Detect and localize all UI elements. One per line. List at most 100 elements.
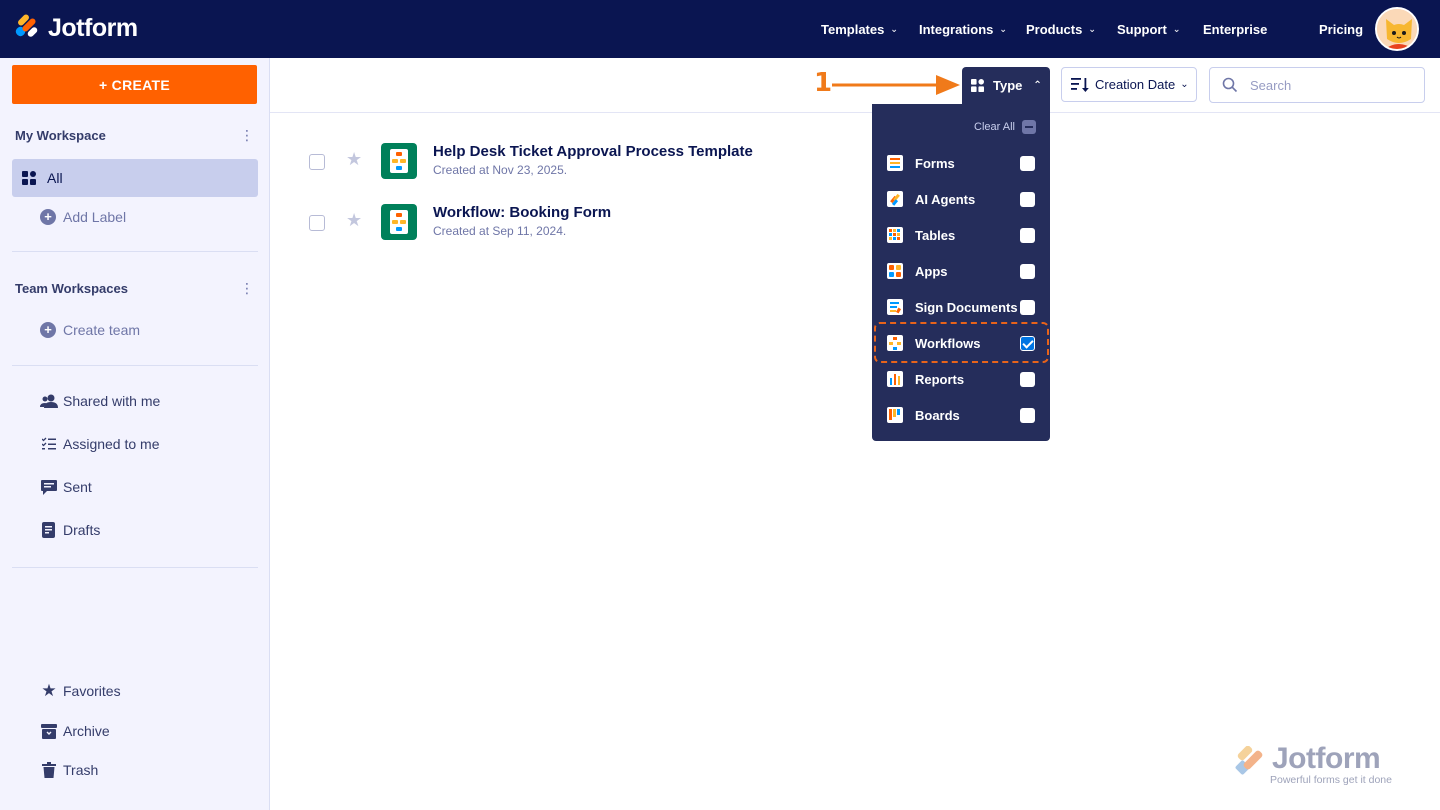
- nav-label: Templates: [821, 21, 885, 37]
- item-title[interactable]: Workflow: Booking Form: [433, 204, 611, 221]
- star-icon[interactable]: ★: [346, 210, 362, 231]
- add-label-button[interactable]: + Add Label: [40, 209, 126, 225]
- workflow-icon: [381, 143, 417, 179]
- search-input[interactable]: [1250, 77, 1410, 93]
- sidebar-divider: [12, 567, 258, 568]
- sidebar-item-shared-with-me[interactable]: Shared with me: [12, 382, 258, 420]
- nav-support[interactable]: Support ⌄: [1117, 0, 1180, 58]
- trash-icon: [40, 761, 58, 779]
- archive-icon: [40, 722, 58, 740]
- annotation-arrow-icon: [832, 75, 960, 95]
- plus-circle-icon: +: [40, 322, 56, 338]
- tables-icon: [887, 227, 903, 243]
- type-option-label: Apps: [915, 263, 948, 279]
- sort-button[interactable]: Creation Date ⌄: [1061, 67, 1197, 102]
- type-option-label: Sign Documents: [915, 299, 1018, 315]
- search-box: [1209, 67, 1425, 103]
- item-created-date: Created at Nov 23, 2025.: [433, 163, 568, 177]
- top-navigation-bar: Jotform Templates ⌄ Integrations ⌄ Product…: [0, 0, 1440, 58]
- boards-icon: [887, 407, 903, 423]
- my-workspace-more-icon[interactable]: ⋮: [240, 128, 254, 142]
- type-option-checkbox[interactable]: [1020, 227, 1035, 243]
- nav-label: Integrations: [919, 21, 994, 37]
- plus-circle-icon: +: [40, 209, 56, 225]
- sidebar-item-sent[interactable]: Sent: [12, 468, 258, 506]
- chevron-down-icon: ⌄: [999, 23, 1007, 34]
- type-option-checkbox[interactable]: [1020, 407, 1035, 423]
- item-created-date: Created at Sep 11, 2024.: [433, 224, 567, 238]
- sidebar-item-label: Trash: [63, 762, 99, 778]
- add-label-text: Add Label: [63, 209, 127, 225]
- sidebar-item-all[interactable]: All: [12, 159, 258, 197]
- type-option-boards[interactable]: Boards: [872, 397, 1050, 433]
- cat-avatar-icon: [1377, 9, 1417, 49]
- nav-integrations[interactable]: Integrations ⌄: [919, 0, 1007, 58]
- workflow-icon: [381, 204, 417, 240]
- sidebar-item-label: Favorites: [63, 683, 121, 699]
- type-option-checkbox[interactable]: [1020, 155, 1035, 171]
- type-filter-button[interactable]: Type ⌃: [962, 67, 1050, 104]
- chevron-up-icon: ⌃: [1033, 80, 1042, 91]
- nav-products[interactable]: Products ⌄: [1026, 0, 1096, 58]
- star-icon[interactable]: ★: [346, 149, 362, 170]
- jotform-watermark: Jotform Powerful forms get it done: [1234, 742, 1414, 790]
- sidebar-divider: [12, 365, 258, 366]
- nav-label: Enterprise: [1203, 21, 1268, 37]
- sidebar-item-label: Shared with me: [63, 393, 161, 409]
- sidebar: + CREATE My Workspace ⋮ All + Add Label …: [0, 58, 270, 810]
- create-team-button[interactable]: + Create team: [40, 322, 140, 338]
- type-option-checkbox[interactable]: [1020, 299, 1035, 315]
- sort-label: Creation Date: [1095, 77, 1176, 92]
- type-option-label: Boards: [915, 407, 960, 423]
- type-option-checkbox[interactable]: [1020, 371, 1035, 387]
- team-workspaces-more-icon[interactable]: ⋮: [240, 281, 254, 295]
- forms-icon: [887, 155, 903, 171]
- type-option-apps[interactable]: Apps: [872, 253, 1050, 289]
- sidebar-item-drafts[interactable]: Drafts: [12, 511, 258, 549]
- sidebar-item-favorites[interactable]: ★ Favorites: [12, 672, 258, 710]
- sidebar-item-assigned-to-me[interactable]: Assigned to me: [12, 425, 258, 463]
- type-option-reports[interactable]: Reports: [872, 361, 1050, 397]
- reports-icon: [887, 371, 903, 387]
- item-checkbox[interactable]: [309, 215, 325, 231]
- draft-document-icon: [40, 521, 58, 539]
- sort-descending-icon: [1071, 77, 1089, 93]
- type-option-label: AI Agents: [915, 191, 976, 207]
- search-icon: [1222, 77, 1238, 93]
- grid-icon: [20, 169, 38, 187]
- nav-enterprise[interactable]: Enterprise: [1203, 0, 1267, 58]
- apps-icon: [887, 263, 903, 279]
- grid-icon: [971, 79, 984, 92]
- nav-label: Products: [1026, 21, 1083, 37]
- watermark-brand: Jotform: [1272, 742, 1381, 775]
- clear-all-button[interactable]: Clear All: [974, 120, 1036, 134]
- sidebar-item-label: Sent: [63, 479, 92, 495]
- sidebar-item-archive[interactable]: Archive: [12, 712, 258, 750]
- sidebar-item-trash[interactable]: Trash: [12, 751, 258, 789]
- message-icon: [40, 478, 58, 496]
- item-title[interactable]: Help Desk Ticket Approval Process Templa…: [433, 143, 753, 160]
- star-icon: ★: [41, 681, 57, 700]
- user-avatar[interactable]: [1375, 7, 1419, 51]
- type-option-forms[interactable]: Forms: [872, 145, 1050, 181]
- type-option-checkbox[interactable]: [1020, 191, 1035, 207]
- item-checkbox[interactable]: [309, 154, 325, 170]
- jotform-watermark-logo-icon: [1235, 746, 1263, 775]
- list-item[interactable]: ★ Workflow: Booking Form Created at Sep …: [300, 204, 900, 254]
- type-option-sign-documents[interactable]: Sign Documents: [872, 289, 1050, 325]
- type-option-checkbox[interactable]: [1020, 263, 1035, 279]
- users-icon: [40, 392, 58, 410]
- chevron-down-icon: ⌄: [890, 23, 898, 34]
- clear-all-label: Clear All: [974, 121, 1015, 133]
- type-option-ai-agents[interactable]: AI Agents: [872, 181, 1050, 217]
- create-button[interactable]: + CREATE: [12, 65, 257, 104]
- sidebar-item-label: Assigned to me: [63, 436, 160, 452]
- type-option-tables[interactable]: Tables: [872, 217, 1050, 253]
- nav-templates[interactable]: Templates ⌄: [821, 0, 898, 58]
- jotform-logo[interactable]: Jotform: [14, 12, 138, 44]
- chevron-down-icon: ⌄: [1088, 23, 1096, 34]
- checklist-icon: [40, 435, 58, 453]
- list-item[interactable]: ★ Help Desk Ticket Approval Process Temp…: [300, 143, 900, 193]
- brand-name: Jotform: [48, 13, 138, 42]
- nav-pricing[interactable]: Pricing: [1319, 0, 1363, 58]
